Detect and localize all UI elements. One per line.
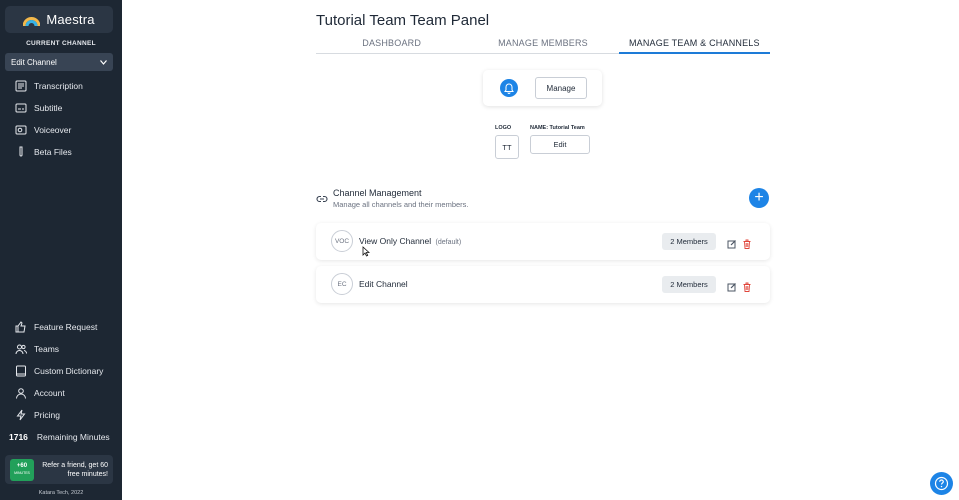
free-minutes-badge: +60 MINUTES [10,458,34,481]
brand-logo-button[interactable]: Maestra [5,6,113,33]
sidebar-item-teams[interactable]: Teams [0,338,122,360]
sidebar-item-label: Feature Request [34,322,98,332]
refer-badge-top: +60 [16,462,28,469]
sidebar-item-label: Pricing [34,410,60,420]
channel-management-title: Channel Management [333,188,422,198]
default-tag: (default) [435,239,462,246]
channel-select[interactable]: Edit Channel [5,53,113,71]
sidebar-item-beta-files[interactable]: Beta Files [0,141,122,163]
edit-icon[interactable] [727,279,737,292]
sidebar-nav-main: Transcription Subtitle Voiceover Beta Fi… [0,75,122,163]
members-button[interactable]: 2 Members [662,276,716,293]
channel-management-subtitle: Manage all channels and their members. [333,200,469,209]
sidebar-footer: Katara Tech, 2022 [38,490,84,496]
transcription-icon [15,80,27,92]
trash-icon[interactable] [742,279,752,292]
sidebar-item-account[interactable]: Account [0,382,122,404]
sidebar-item-label: Account [34,388,65,398]
sidebar-item-label: Teams [34,344,60,354]
lightning-icon [15,409,27,421]
sidebar-item-label: Custom Dictionary [34,366,104,376]
edit-icon[interactable] [727,236,737,249]
sidebar-item-custom-dictionary[interactable]: Custom Dictionary [0,360,122,382]
current-channel-label: CURRENT CHANNEL [26,40,96,47]
channel-row: EC Edit Channel 2 Members [316,266,770,303]
mouse-cursor-icon [362,244,371,257]
sidebar-item-voiceover[interactable]: Voiceover [0,119,122,141]
account-icon [15,387,27,399]
thumbs-up-icon [15,321,27,333]
channel-select-value: Edit Channel [11,57,57,67]
sidebar-item-subtitle[interactable]: Subtitle [0,97,122,119]
edit-team-name-button[interactable]: Edit [530,135,590,154]
tab-bar: DASHBOARD MANAGE MEMBERS MANAGE TEAM & C… [316,38,770,54]
members-button[interactable]: 2 Members [662,233,716,250]
remaining-minutes: 1716 Remaining Minutes [5,428,118,445]
bell-icon [504,82,514,94]
trash-icon[interactable] [742,236,752,249]
sidebar-item-label: Beta Files [34,147,72,157]
brand-name: Maestra [46,12,95,27]
add-channel-button[interactable]: + [749,188,769,208]
notification-bell-button[interactable] [500,79,518,97]
channel-name: View Only Channel (default) [359,236,461,246]
logo-label: LOGO [495,125,512,131]
channel-name-text: Edit Channel [359,279,408,289]
page-title: Tutorial Team Team Panel [316,12,490,29]
sidebar: Maestra CURRENT CHANNEL Edit Channel Tra… [0,0,122,500]
beta-icon [15,146,27,158]
link-icon [316,192,328,204]
sidebar-item-label: Voiceover [34,125,72,135]
chevron-down-icon [100,58,107,67]
remaining-minutes-count: 1716 [9,431,28,442]
manage-button[interactable]: Manage [535,77,587,99]
sidebar-item-label: Transcription [34,81,83,91]
channel-avatar: VOC [331,230,353,252]
notification-card: Manage [483,70,602,106]
remaining-minutes-label: Remaining Minutes [36,431,110,442]
dictionary-icon [15,365,27,377]
sidebar-item-feature-request[interactable]: Feature Request [0,316,122,338]
sidebar-item-label: Subtitle [34,103,63,113]
question-icon [934,476,949,491]
sidebar-item-transcription[interactable]: Transcription [0,75,122,97]
team-name-label: NAME: Tutorial Team [530,125,585,131]
tab-manage-team-channels[interactable]: MANAGE TEAM & CHANNELS [618,38,770,54]
tab-dashboard[interactable]: DASHBOARD [316,38,467,53]
channel-name: Edit Channel [359,279,410,289]
tab-manage-members[interactable]: MANAGE MEMBERS [467,38,618,53]
channel-row: VOC View Only Channel (default) 2 Member… [316,223,770,260]
voiceover-icon [15,124,27,136]
refer-badge-bottom: MINUTES [14,470,30,475]
channel-avatar: EC [331,273,353,295]
refer-text: Refer a friend, get 60 free minutes! [42,461,108,478]
team-logo[interactable]: TT [495,135,519,159]
help-button[interactable] [930,472,953,495]
sidebar-item-pricing[interactable]: Pricing [0,404,122,426]
sidebar-nav-secondary: Feature Request Teams Custom Dictionary … [0,316,122,426]
maestra-logo-icon [22,14,41,27]
subtitle-icon [15,102,27,114]
refer-friend-banner[interactable]: +60 MINUTES Refer a friend, get 60 free … [5,455,113,484]
teams-icon [15,343,27,355]
